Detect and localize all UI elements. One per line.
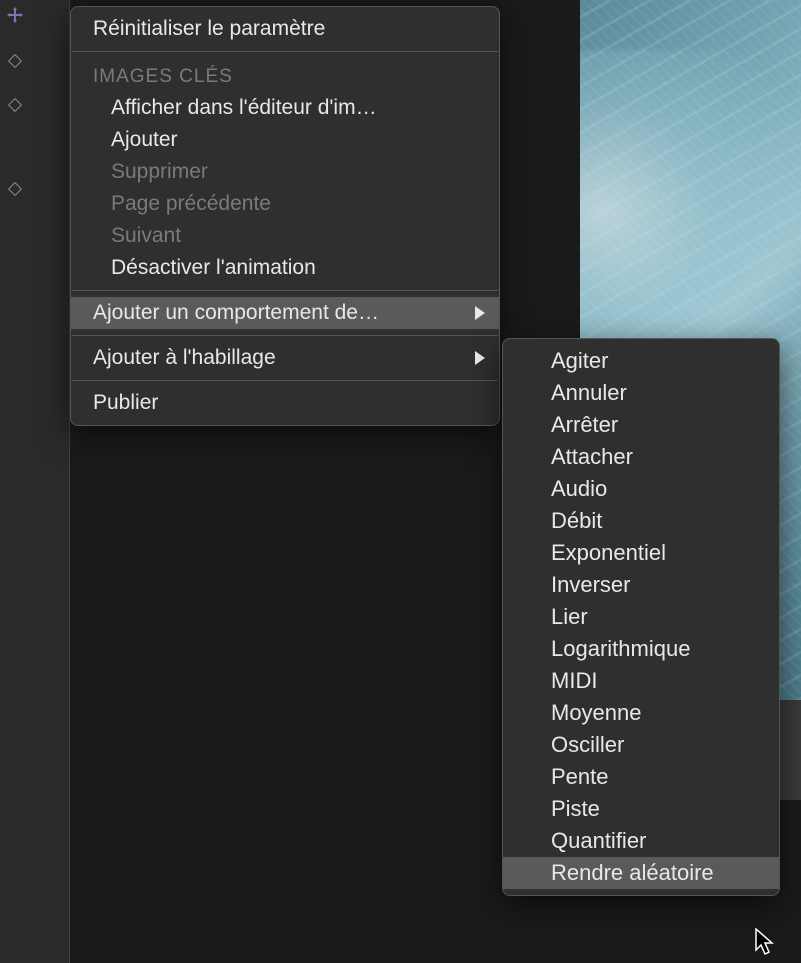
context-menu: Réinitialiser le paramètre IMAGES CLÉS A… bbox=[70, 6, 500, 426]
keyframe-marker[interactable] bbox=[8, 98, 22, 112]
menu-section-keyframes: IMAGES CLÉS bbox=[71, 58, 499, 92]
menu-add-keyframe[interactable]: Ajouter bbox=[71, 124, 499, 156]
menu-separator bbox=[72, 335, 498, 336]
menu-separator bbox=[72, 290, 498, 291]
behavior-submenu: Agiter Annuler Arrêter Attacher Audio Dé… bbox=[502, 338, 780, 896]
submenu-item-clamp[interactable]: Attacher bbox=[503, 441, 779, 473]
menu-next-keyframe: Suivant bbox=[71, 220, 499, 252]
submenu-arrow-icon bbox=[475, 351, 485, 365]
submenu-item-average[interactable]: Moyenne bbox=[503, 697, 779, 729]
keyframe-marker[interactable] bbox=[8, 54, 22, 68]
submenu-item-exponential[interactable]: Exponentiel bbox=[503, 537, 779, 569]
submenu-item-quantize[interactable]: Quantifier bbox=[503, 825, 779, 857]
menu-add-parameter-behavior[interactable]: Ajouter un comportement de… bbox=[71, 297, 499, 329]
menu-label: Ajouter à l'habillage bbox=[93, 346, 276, 369]
cursor-icon bbox=[755, 928, 775, 961]
menu-separator bbox=[72, 380, 498, 381]
submenu-item-stop[interactable]: Arrêter bbox=[503, 409, 779, 441]
submenu-item-oscillate[interactable]: Osciller bbox=[503, 729, 779, 761]
submenu-item-wriggle[interactable]: Agiter bbox=[503, 345, 779, 377]
menu-separator bbox=[72, 51, 498, 52]
menu-prev-keyframe: Page précédente bbox=[71, 188, 499, 220]
submenu-item-rate[interactable]: Débit bbox=[503, 505, 779, 537]
submenu-item-negate[interactable]: Annuler bbox=[503, 377, 779, 409]
submenu-item-track[interactable]: Piste bbox=[503, 793, 779, 825]
submenu-item-audio[interactable]: Audio bbox=[503, 473, 779, 505]
submenu-item-midi[interactable]: MIDI bbox=[503, 665, 779, 697]
menu-publish[interactable]: Publier bbox=[71, 387, 499, 419]
move-icon[interactable] bbox=[6, 6, 24, 29]
submenu-item-ramp[interactable]: Pente bbox=[503, 761, 779, 793]
parameter-gutter bbox=[0, 0, 70, 963]
menu-label: Ajouter un comportement de… bbox=[93, 301, 379, 324]
menu-show-in-editor[interactable]: Afficher dans l'éditeur d'im… bbox=[71, 92, 499, 124]
submenu-item-randomize[interactable]: Rendre aléatoire bbox=[503, 857, 779, 889]
submenu-item-link[interactable]: Lier bbox=[503, 601, 779, 633]
submenu-arrow-icon bbox=[475, 306, 485, 320]
submenu-item-logarithmic[interactable]: Logarithmique bbox=[503, 633, 779, 665]
submenu-item-reverse[interactable]: Inverser bbox=[503, 569, 779, 601]
menu-disable-animation[interactable]: Désactiver l'animation bbox=[71, 252, 499, 284]
keyframe-marker[interactable] bbox=[8, 182, 22, 196]
menu-reset-parameter[interactable]: Réinitialiser le paramètre bbox=[71, 13, 499, 45]
menu-delete-keyframe: Supprimer bbox=[71, 156, 499, 188]
menu-add-to-rig[interactable]: Ajouter à l'habillage bbox=[71, 342, 499, 374]
